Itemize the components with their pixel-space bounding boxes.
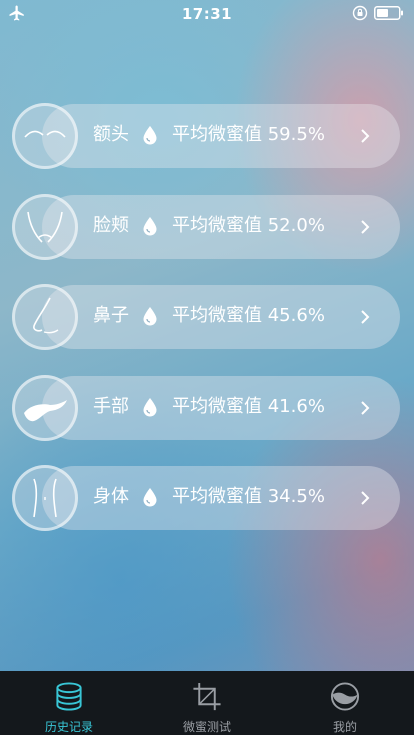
card-icon-circle	[12, 193, 78, 260]
tab-bar: 历史记录 微蜜测试 我的	[0, 671, 414, 735]
item-metric: 平均微蜜值 52.0%	[172, 214, 325, 236]
body-icon	[33, 478, 57, 518]
item-name: 身体	[93, 486, 129, 507]
status-time: 17:31	[181, 5, 233, 23]
water-drop-icon	[143, 126, 157, 145]
item-name: 鼻子	[93, 305, 129, 326]
chevron-right-icon	[361, 129, 370, 143]
nose-icon	[33, 297, 59, 334]
list-item-forehead[interactable]: 额头 平均微蜜值 59.5%	[12, 103, 402, 169]
item-name: 手部	[93, 395, 129, 417]
card-icon-circle	[12, 284, 78, 350]
tab-label: 历史记录	[44, 720, 93, 734]
list-item-nose[interactable]: 鼻子 平均微蜜值 45.6%	[12, 284, 402, 350]
hand-icon	[24, 399, 67, 421]
item-name: 额头	[93, 124, 129, 145]
item-metric: 平均微蜜值 45.6%	[172, 305, 325, 326]
item-metric: 平均微蜜值 41.6%	[172, 395, 325, 417]
tab-history[interactable]: 历史记录	[0, 671, 138, 735]
tab-test[interactable]: 微蜜测试	[138, 671, 276, 735]
item-metric: 平均微蜜值 34.5%	[172, 486, 325, 507]
list-item-body[interactable]: 身体 平均微蜜值 34.5%	[12, 465, 402, 531]
chevron-right-icon	[361, 310, 370, 324]
chevron-right-icon	[361, 491, 370, 505]
list-item-hand[interactable]: 手部 平均微蜜值 41.6%	[12, 374, 402, 441]
database-icon	[56, 682, 82, 711]
list-item-cheek[interactable]: 脸颊 平均微蜜值 52.0%	[12, 193, 402, 260]
tab-label: 我的	[332, 720, 357, 734]
chevron-right-icon	[361, 400, 370, 415]
chevron-right-icon	[361, 219, 370, 234]
cheek-icon	[27, 211, 63, 243]
water-drop-icon	[143, 307, 157, 326]
status-bar: 17:31	[0, 0, 414, 28]
battery-icon	[374, 6, 403, 20]
tab-profile[interactable]: 我的	[276, 671, 414, 735]
rotation-lock-icon	[352, 5, 368, 21]
airplane-icon	[9, 5, 24, 21]
records-list: 额头 平均微蜜值 59.5% 脸颊 平均微蜜值 52.0% 鼻子 平均微蜜值 4…	[12, 103, 402, 556]
card-icon-circle	[12, 374, 78, 441]
forehead-icon	[24, 130, 66, 138]
water-drop-icon	[143, 397, 157, 416]
profile-icon	[330, 682, 360, 711]
crop-icon	[193, 682, 221, 711]
tab-label: 微蜜测试	[182, 720, 231, 734]
card-icon-circle	[12, 103, 78, 169]
card-icon-circle	[12, 465, 78, 531]
water-drop-icon	[143, 488, 157, 507]
item-name: 脸颊	[93, 214, 129, 236]
water-drop-icon	[143, 216, 157, 235]
item-metric: 平均微蜜值 59.5%	[172, 124, 325, 145]
